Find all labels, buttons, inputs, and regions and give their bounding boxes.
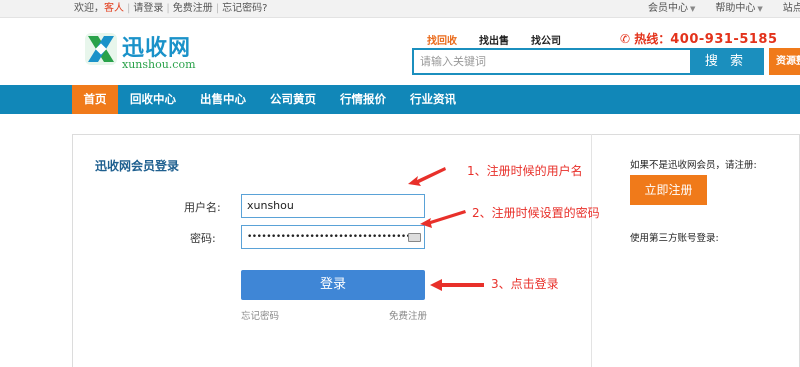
member-center-label: 会员中心 (648, 3, 688, 14)
search-tab-company[interactable]: 找公司 (531, 36, 561, 47)
search-tabs: 找回收 找出售 找公司 (427, 32, 583, 47)
keyboard-icon[interactable] (408, 233, 421, 242)
panel-divider (591, 134, 592, 367)
chevron-down-icon: ▼ (690, 5, 696, 13)
site-logo[interactable]: 迅收网 xunshou.com (84, 30, 234, 74)
third-party-login-label: 使用第三方账号登录: (630, 233, 719, 244)
main-nav: 首页 回收中心 出售中心 公司黄页 行情报价 行业资讯 (0, 85, 800, 114)
nav-item-price-quotes[interactable]: 行情报价 (330, 85, 396, 114)
nav-item-recycle-center[interactable]: 回收中心 (120, 85, 186, 114)
separator: | (215, 3, 220, 14)
guest-text: 客人 (104, 3, 124, 14)
annotation-password: 2、注册时候设置的密码 (472, 206, 600, 220)
password-label: 密码: (190, 232, 216, 245)
search-box: 请输入关键词 搜 索 (412, 48, 764, 75)
help-center-label: 帮助中心 (715, 3, 756, 14)
free-register-link[interactable]: 免费注册 (389, 308, 427, 322)
nav-item-industry-news[interactable]: 行业资讯 (400, 85, 466, 114)
search-tab-sell[interactable]: 找出售 (479, 36, 509, 47)
site-nav-label: 站点导航 (782, 3, 800, 14)
logo-name-en: xunshou.com (122, 58, 196, 71)
site-nav-menu[interactable]: 站点导航 (783, 3, 800, 14)
search-button[interactable]: 搜 索 (690, 50, 762, 73)
top-bar-right: 会员中心▼帮助中心▼站点导航 (648, 0, 800, 18)
top-register-link[interactable]: 免费注册 (173, 3, 213, 14)
hotline: ✆ 热线：400-931-5185 (620, 30, 778, 47)
search-input[interactable]: 请输入关键词 (414, 50, 690, 73)
hotline-label: 热线： (634, 32, 671, 46)
username-field[interactable]: xunshou (241, 194, 425, 218)
resource-button[interactable]: 资源整合 (769, 48, 800, 75)
forgot-password-link[interactable]: 忘记密码 (241, 308, 279, 322)
search-tab-recycle[interactable]: 找回收 (427, 36, 457, 47)
separator: | (127, 3, 131, 14)
top-bar-left: 欢迎，客人 | 请登录 | 免费注册 | 忘记密码? (74, 0, 267, 17)
login-title: 迅收网会员登录 (95, 159, 180, 173)
top-bar: 欢迎，客人|请登录|免费注册|忘记密码? 会员中心▼帮助中心▼站点导航 (0, 0, 800, 18)
login-button[interactable]: 登录 (241, 270, 425, 300)
nav-item-home[interactable]: 首页 (72, 85, 118, 114)
hotline-number: 400-931-5185 (670, 32, 778, 47)
nav-item-sell-center[interactable]: 出售中心 (190, 85, 256, 114)
username-label: 用户名: (184, 201, 221, 214)
phone-icon: ✆ (620, 32, 631, 46)
nav-item-company-pages[interactable]: 公司黄页 (260, 85, 326, 114)
chevron-down-icon: ▼ (757, 5, 763, 13)
top-forgot-link[interactable]: 忘记密码? (222, 3, 267, 14)
annotation-login: 3、点击登录 (491, 277, 559, 291)
welcome-text: 欢迎， (74, 3, 104, 14)
help-center-menu[interactable]: 帮助中心 ▼ (715, 3, 762, 14)
logo-mark-icon (85, 33, 117, 65)
member-center-menu[interactable]: 会员中心 ▼ (648, 3, 695, 14)
separator: | (166, 3, 170, 14)
annotation-username: 1、注册时候的用户名 (467, 164, 583, 178)
register-hint: 如果不是迅收网会员，请注册: (630, 160, 757, 171)
password-field[interactable]: •••••••••••••••••••••••••••••••••• (241, 225, 425, 249)
top-login-link[interactable]: 请登录 (133, 3, 163, 14)
register-now-button[interactable]: 立即注册 (630, 175, 707, 205)
